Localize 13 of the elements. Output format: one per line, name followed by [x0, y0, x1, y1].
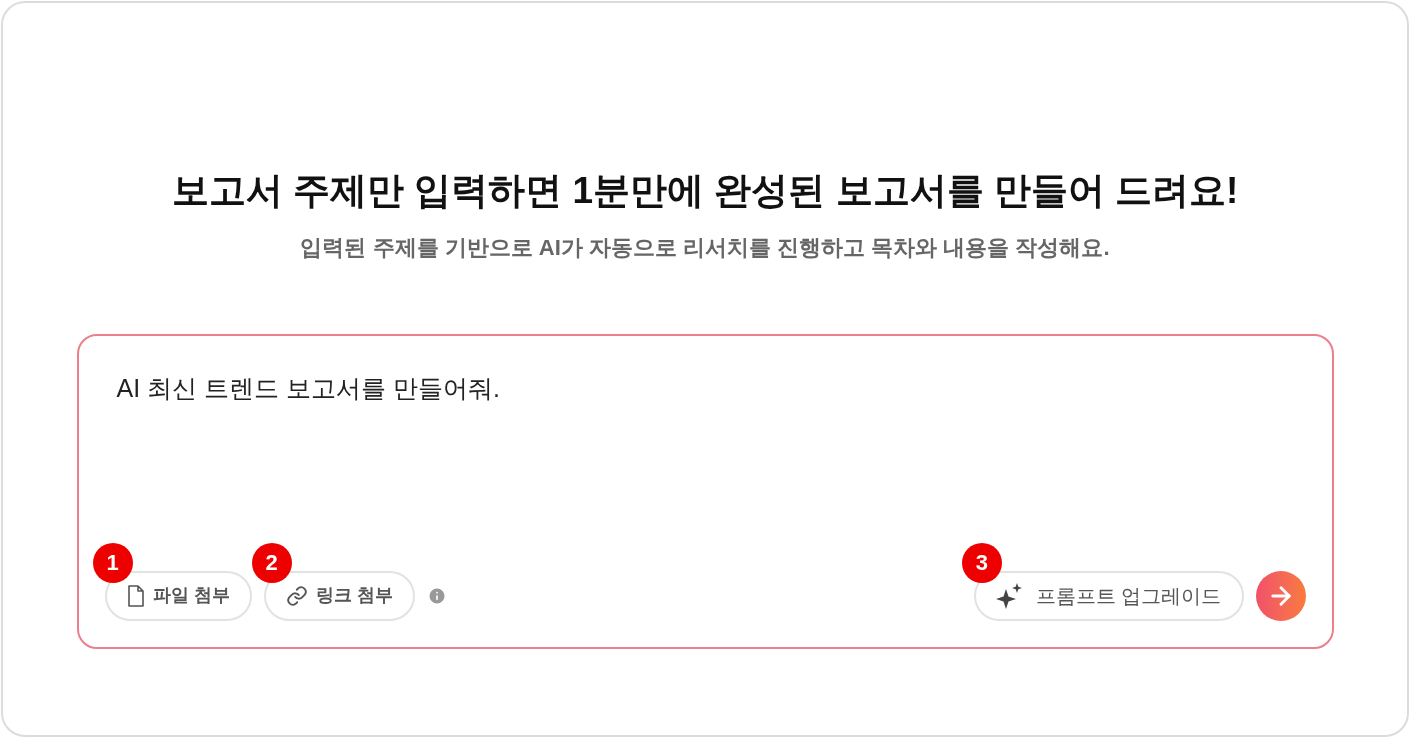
attach-link-button[interactable]: 링크 첨부 [263, 570, 415, 621]
attach-file-button[interactable]: 파일 첨부 [104, 570, 252, 621]
prompt-field[interactable]: AI 최신 트렌드 보고서를 만들어줘. 파일 첨부 1 링크 첨부 2 프롬프트 업그레이드 3 [76, 333, 1334, 649]
sparkle-icon [995, 582, 1024, 609]
prompt-upgrade-button[interactable]: 프롬프트 업그레이드 [973, 570, 1244, 621]
number-marker: 1 [92, 542, 133, 583]
number-marker: 3 [961, 542, 1002, 583]
document-icon [126, 584, 145, 607]
page-subtitle: 입력된 주제를 기반으로 AI가 자동으로 리서치를 진행하고 목차와 내용을 작성해요. [300, 233, 1110, 262]
number-marker: 2 [251, 542, 292, 583]
link-icon [285, 584, 308, 607]
info-icon[interactable] [426, 585, 447, 606]
page-heading: 보고서 주제만 입력하면 1분만에 완성된 보고서를 만들어 드려요! [171, 169, 1239, 213]
